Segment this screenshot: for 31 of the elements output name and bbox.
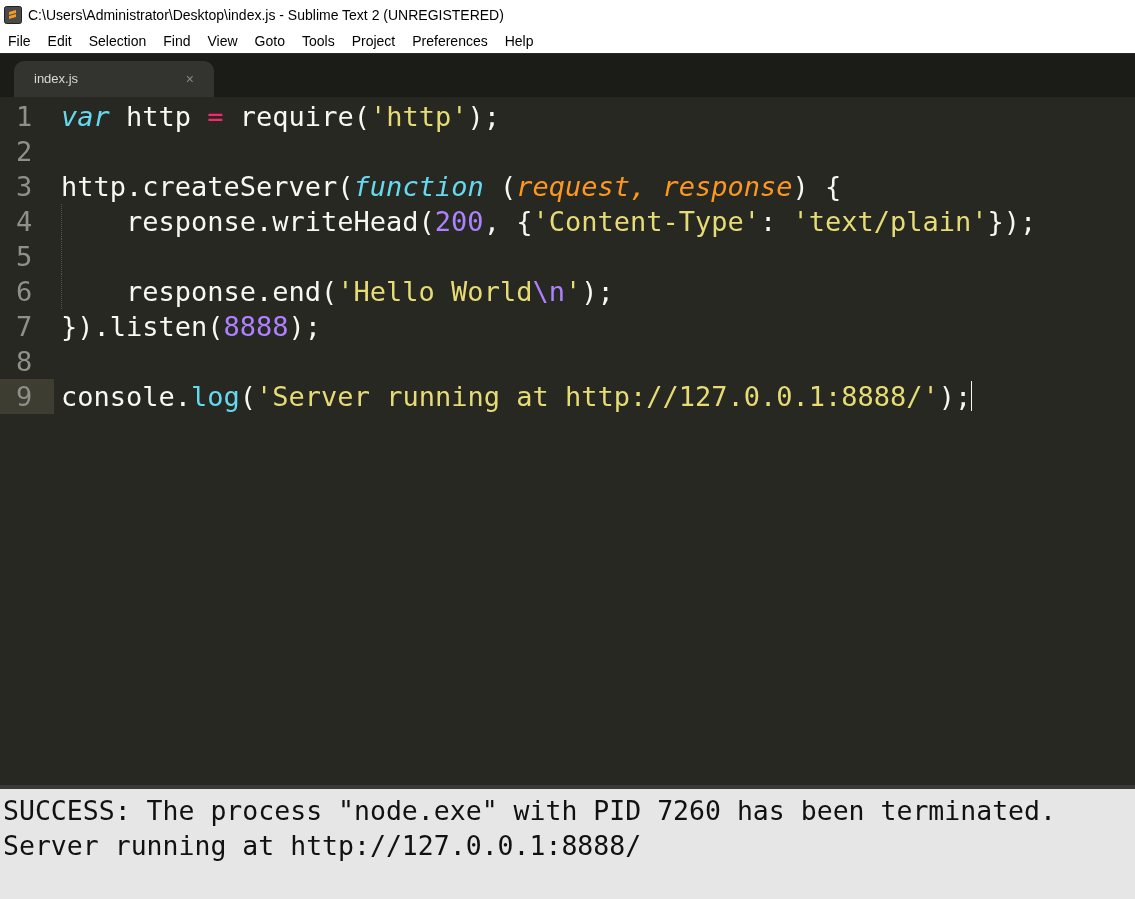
menu-item[interactable]: Project: [351, 31, 396, 52]
menu-item[interactable]: View: [207, 31, 238, 52]
line-number: 3: [15, 170, 34, 204]
menu-item[interactable]: Tools: [301, 31, 335, 52]
menu-item[interactable]: Selection: [88, 31, 147, 52]
line-number: 9: [0, 379, 54, 414]
window-title: C:\Users\Administrator\Desktop\index.js - Sublime Text 2 (UNREGISTERED): [28, 5, 504, 25]
code-line: console.log('Server running at http://127.0.0.1:8888/');: [61, 380, 972, 414]
line-number: 7: [15, 310, 34, 344]
code-line: response.end('Hello World\n');: [126, 275, 614, 309]
code-line: }).listen(8888);: [61, 310, 322, 344]
console-output-line: Server running at http://127.0.0.1:8888/: [3, 829, 643, 863]
menu-item[interactable]: Find: [163, 31, 191, 52]
line-number: 4: [15, 205, 34, 239]
line-number: 8: [15, 345, 34, 379]
code-line: response.writeHead(200, {'Content-Type': 'text/plain'});: [126, 205, 1037, 239]
console-output-line: SUCCESS: The process "node.exe" with PID 7260 has been terminated.: [3, 794, 1057, 828]
line-number: 1: [15, 100, 34, 134]
line-number: 2: [15, 135, 34, 169]
line-number: 5: [15, 240, 34, 274]
code-line: http.createServer(function (request, response) {: [61, 170, 842, 204]
app-icon: [4, 6, 22, 24]
menu-item[interactable]: File: [8, 31, 31, 52]
menu-item[interactable]: Edit: [47, 31, 72, 52]
menu-item[interactable]: Help: [504, 31, 534, 52]
file-tab[interactable]: index.js ×: [14, 61, 214, 97]
code-line: var http = require('http');: [61, 100, 500, 134]
menu-item[interactable]: Goto: [254, 31, 285, 52]
line-number: 6: [15, 275, 34, 309]
menu-item[interactable]: Preferences: [412, 31, 488, 52]
close-icon[interactable]: ×: [185, 68, 194, 90]
